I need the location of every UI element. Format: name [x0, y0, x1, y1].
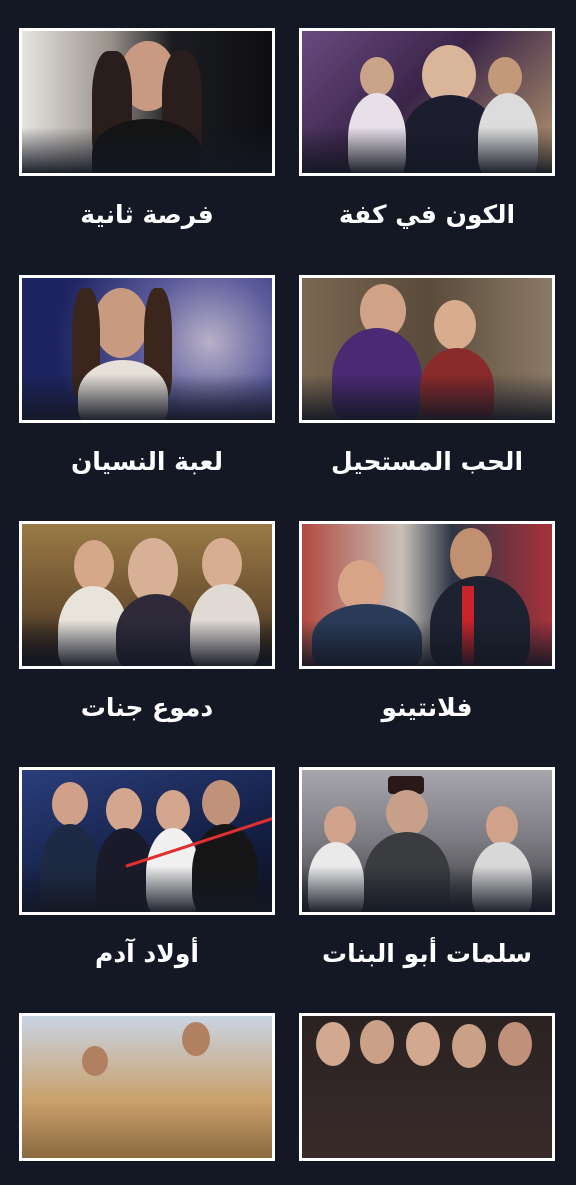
show-card[interactable]: دموع جنات — [19, 521, 275, 723]
show-title[interactable]: أولاد آدم — [19, 939, 275, 969]
show-card[interactable]: لعبة النسيان — [19, 275, 275, 477]
show-title[interactable]: فرصة ثانية — [19, 200, 275, 230]
show-title[interactable]: الكون في كفة — [299, 200, 555, 230]
show-card[interactable]: فرصة ثانية — [19, 28, 275, 230]
show-title[interactable]: دموع جنات — [19, 693, 275, 723]
show-poster-image[interactable] — [299, 521, 555, 669]
show-card[interactable]: سلمات أبو البنات — [299, 767, 555, 969]
show-poster-image[interactable] — [19, 28, 275, 176]
show-poster-image[interactable] — [299, 275, 555, 423]
show-poster-image[interactable] — [299, 28, 555, 176]
show-poster-image[interactable] — [19, 767, 275, 915]
show-card[interactable]: فلانتينو — [299, 521, 555, 723]
show-poster-image[interactable] — [299, 1013, 555, 1161]
show-card[interactable]: الكون في كفة — [299, 28, 555, 230]
show-card[interactable] — [299, 1013, 555, 1185]
show-card[interactable] — [19, 1013, 275, 1185]
shows-grid: الكون في كفة فرصة ثانية الحب المستحيل لع… — [0, 0, 576, 1161]
show-card[interactable]: الحب المستحيل — [299, 275, 555, 477]
show-poster-image[interactable] — [19, 275, 275, 423]
show-title[interactable]: لعبة النسيان — [19, 447, 275, 477]
show-card[interactable]: أولاد آدم — [19, 767, 275, 969]
show-title[interactable]: سلمات أبو البنات — [299, 939, 555, 969]
show-title[interactable]: فلانتينو — [299, 693, 555, 723]
show-poster-image[interactable] — [19, 1013, 275, 1161]
show-title[interactable]: الحب المستحيل — [299, 447, 555, 477]
show-poster-image[interactable] — [19, 521, 275, 669]
show-poster-image[interactable] — [299, 767, 555, 915]
